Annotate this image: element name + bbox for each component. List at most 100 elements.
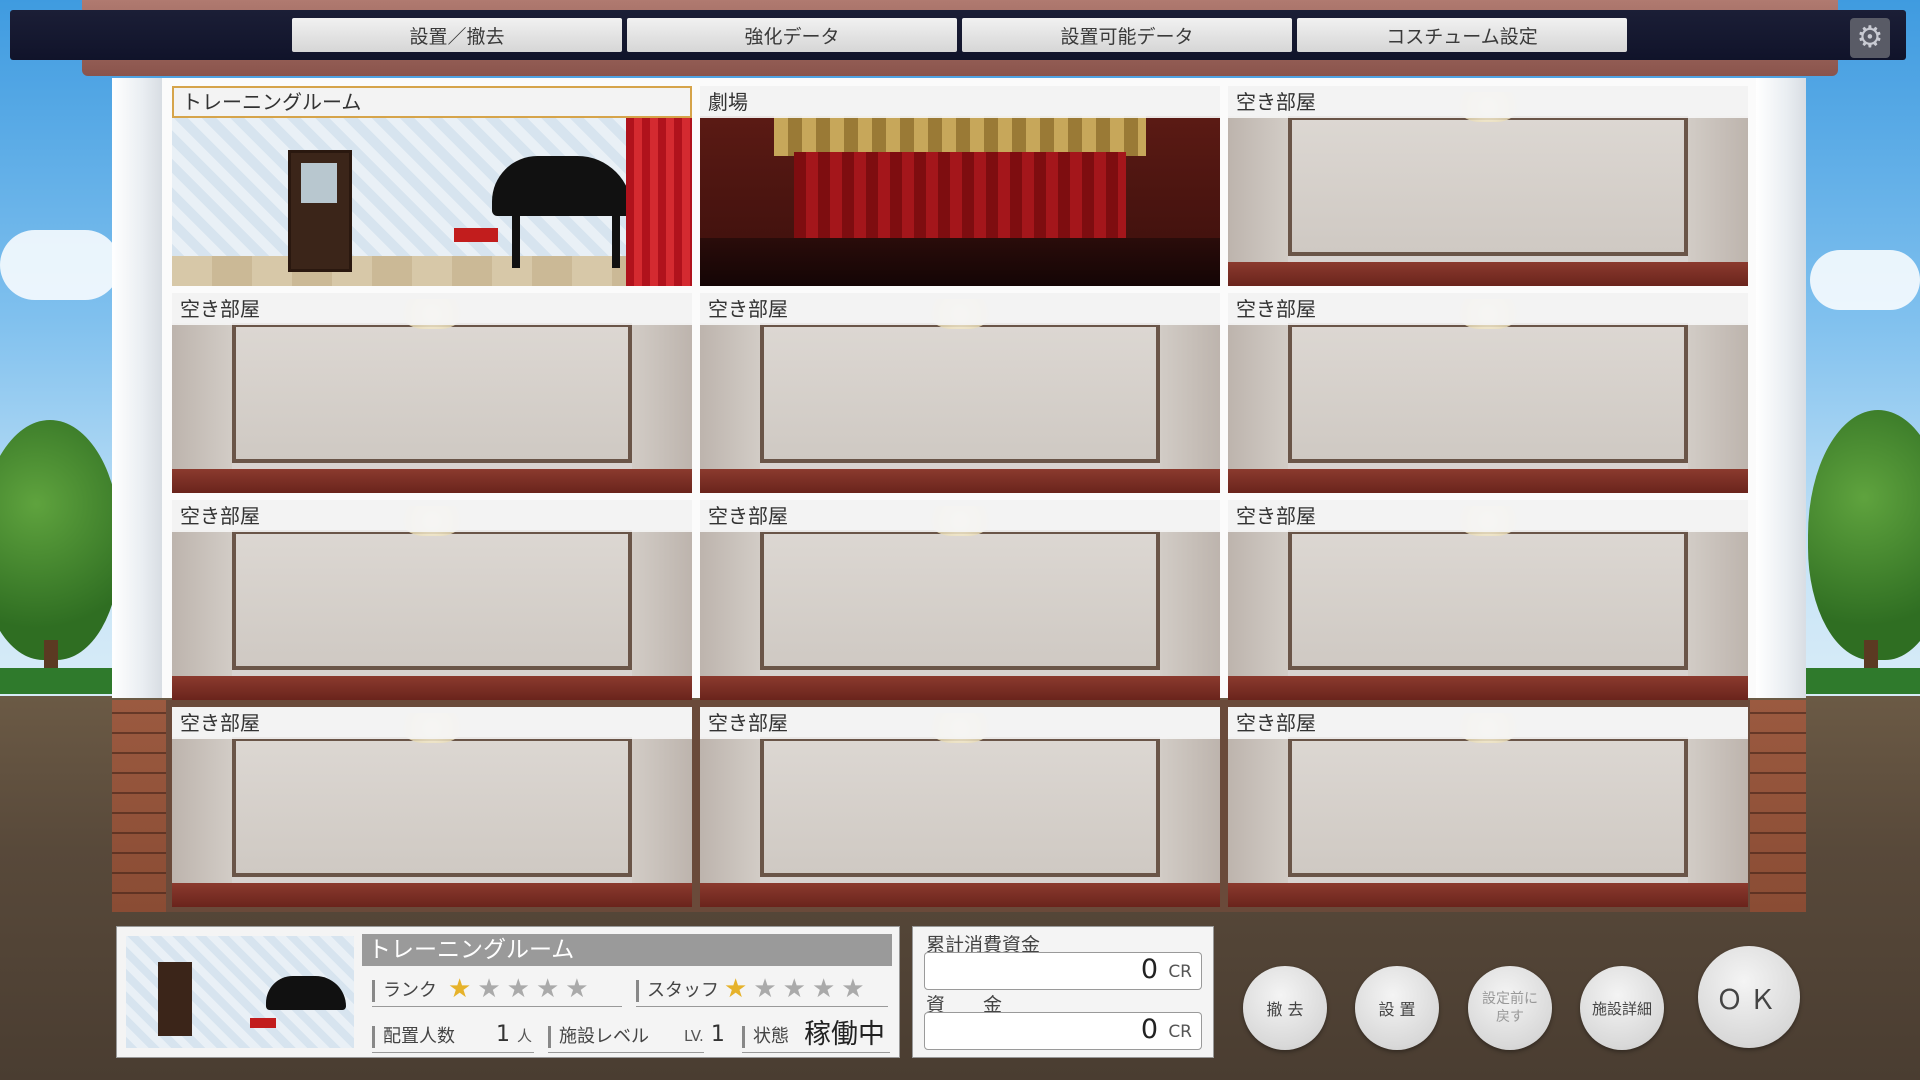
- room-side-wall: [1688, 323, 1748, 471]
- level-value: LV. 1: [684, 1022, 725, 1049]
- room-side-wall: [700, 737, 760, 885]
- staff-underline: [636, 1006, 888, 1007]
- room-slot-1[interactable]: トレーニングルーム: [172, 86, 692, 286]
- star-filled-icon: ★: [448, 974, 478, 1004]
- building-pillar: [1756, 78, 1806, 698]
- room-slot-4[interactable]: 空き部屋: [172, 293, 692, 493]
- room-slot-8[interactable]: 空き部屋: [700, 500, 1220, 700]
- room-side-wall: [172, 737, 232, 885]
- room-side-wall: [700, 323, 760, 471]
- room-label: 空き部屋: [700, 293, 1220, 325]
- room-floor: [700, 883, 1220, 907]
- facility-details-button[interactable]: 施設詳細: [1580, 966, 1664, 1050]
- cloud: [1810, 250, 1920, 310]
- room-slot-5[interactable]: 空き部屋: [700, 293, 1220, 493]
- bench-image: [454, 228, 498, 242]
- room-slot-11[interactable]: 空き部屋: [700, 707, 1220, 907]
- room-side-wall: [1688, 116, 1748, 264]
- stage-arch: [774, 116, 1146, 156]
- gear-icon[interactable]: ⚙: [1850, 18, 1890, 58]
- revert-label-line1: 設定前に: [1482, 991, 1538, 1007]
- star-empty-icon: ★: [841, 974, 871, 1004]
- members-label: 配置人数: [372, 1026, 455, 1048]
- building-pillar: [112, 78, 162, 698]
- status-underline: [742, 1052, 890, 1053]
- tab-upgrade-data[interactable]: 強化データ: [627, 18, 957, 52]
- room-side-wall: [1160, 737, 1220, 885]
- room-side-wall: [700, 530, 760, 678]
- room-back-wall: [760, 530, 1160, 670]
- room-slot-10[interactable]: 空き部屋: [172, 707, 692, 907]
- room-slot-6[interactable]: 空き部屋: [1228, 293, 1748, 493]
- curtain-image: [626, 116, 692, 286]
- star-empty-icon: ★: [565, 974, 595, 1004]
- room-back-wall: [1288, 530, 1688, 670]
- members-number: 1: [496, 1022, 510, 1047]
- bench-image: [250, 1018, 276, 1028]
- room-label: トレーニングルーム: [172, 86, 692, 118]
- level-underline: [548, 1052, 704, 1053]
- door-image: [158, 962, 192, 1036]
- room-label: 空き部屋: [172, 500, 692, 532]
- room-slot-12[interactable]: 空き部屋: [1228, 707, 1748, 907]
- room-label: 空き部屋: [172, 293, 692, 325]
- funds-panel: 累計消費資金 0 CR 資 金 0 CR: [912, 926, 1214, 1058]
- ok-button[interactable]: ＯＫ: [1698, 946, 1800, 1048]
- status-label: 状態: [742, 1026, 789, 1048]
- room-side-wall: [172, 323, 232, 471]
- facility-info-panel: トレーニングルーム ランク ★★★★★ スタッフ ★★★★★ 配置人数 1 人 …: [116, 926, 900, 1058]
- room-label: 劇場: [700, 86, 1220, 118]
- members-value: 1 人: [496, 1022, 532, 1049]
- piano-leg: [512, 212, 520, 268]
- spent-value: 0: [1140, 954, 1158, 985]
- room-slot-7[interactable]: 空き部屋: [172, 500, 692, 700]
- rank-label: ランク: [372, 980, 437, 1002]
- piano-leg: [612, 212, 620, 268]
- room-slot-3[interactable]: 空き部屋: [1228, 86, 1748, 286]
- room-back-wall: [232, 323, 632, 463]
- star-empty-icon: ★: [811, 974, 842, 1004]
- room-side-wall: [1160, 530, 1220, 678]
- room-side-wall: [1688, 737, 1748, 885]
- install-button[interactable]: 設 置: [1355, 966, 1439, 1050]
- room-label: 空き部屋: [1228, 707, 1748, 739]
- status-value: 稼働中: [804, 1019, 885, 1050]
- tab-costume-settings[interactable]: コスチューム設定: [1297, 18, 1627, 52]
- room-side-wall: [632, 737, 692, 885]
- room-back-wall: [1288, 737, 1688, 877]
- spent-unit: CR: [1168, 962, 1192, 982]
- level-prefix: LV.: [684, 1027, 704, 1045]
- revert-button[interactable]: 設定前に 戻す: [1468, 966, 1552, 1050]
- stage-curtain: [794, 152, 1126, 248]
- room-floor: [1228, 469, 1748, 493]
- funds-field: 0 CR: [924, 1012, 1202, 1050]
- room-label: 空き部屋: [700, 500, 1220, 532]
- room-side-wall: [632, 530, 692, 678]
- room-back-wall: [760, 737, 1160, 877]
- theater-seats: [700, 238, 1220, 286]
- room-back-wall: [232, 737, 632, 877]
- room-side-wall: [1228, 116, 1288, 264]
- room-floor: [1228, 262, 1748, 286]
- tab-install-remove[interactable]: 設置／撤去: [292, 18, 622, 52]
- room-slot-2[interactable]: 劇場: [700, 86, 1220, 286]
- room-floor: [700, 469, 1220, 493]
- room-floor: [172, 883, 692, 907]
- rank-underline: [372, 1006, 622, 1007]
- room-floor: [1228, 883, 1748, 907]
- star-empty-icon: ★: [753, 974, 783, 1004]
- facility-name: トレーニングルーム: [362, 934, 892, 966]
- star-empty-icon: ★: [477, 974, 507, 1004]
- star-empty-icon: ★: [506, 974, 536, 1004]
- room-slot-9[interactable]: 空き部屋: [1228, 500, 1748, 700]
- remove-button[interactable]: 撤 去: [1243, 966, 1327, 1050]
- rank-stars: ★★★★★: [448, 976, 595, 1002]
- room-label: 空き部屋: [1228, 86, 1748, 118]
- revert-label-line2: 戻す: [1496, 1009, 1524, 1025]
- room-side-wall: [1688, 530, 1748, 678]
- room-side-wall: [1228, 323, 1288, 471]
- members-underline: [372, 1052, 534, 1053]
- room-floor: [1228, 676, 1748, 700]
- tab-installable-data[interactable]: 設置可能データ: [962, 18, 1292, 52]
- members-unit: 人: [517, 1027, 533, 1045]
